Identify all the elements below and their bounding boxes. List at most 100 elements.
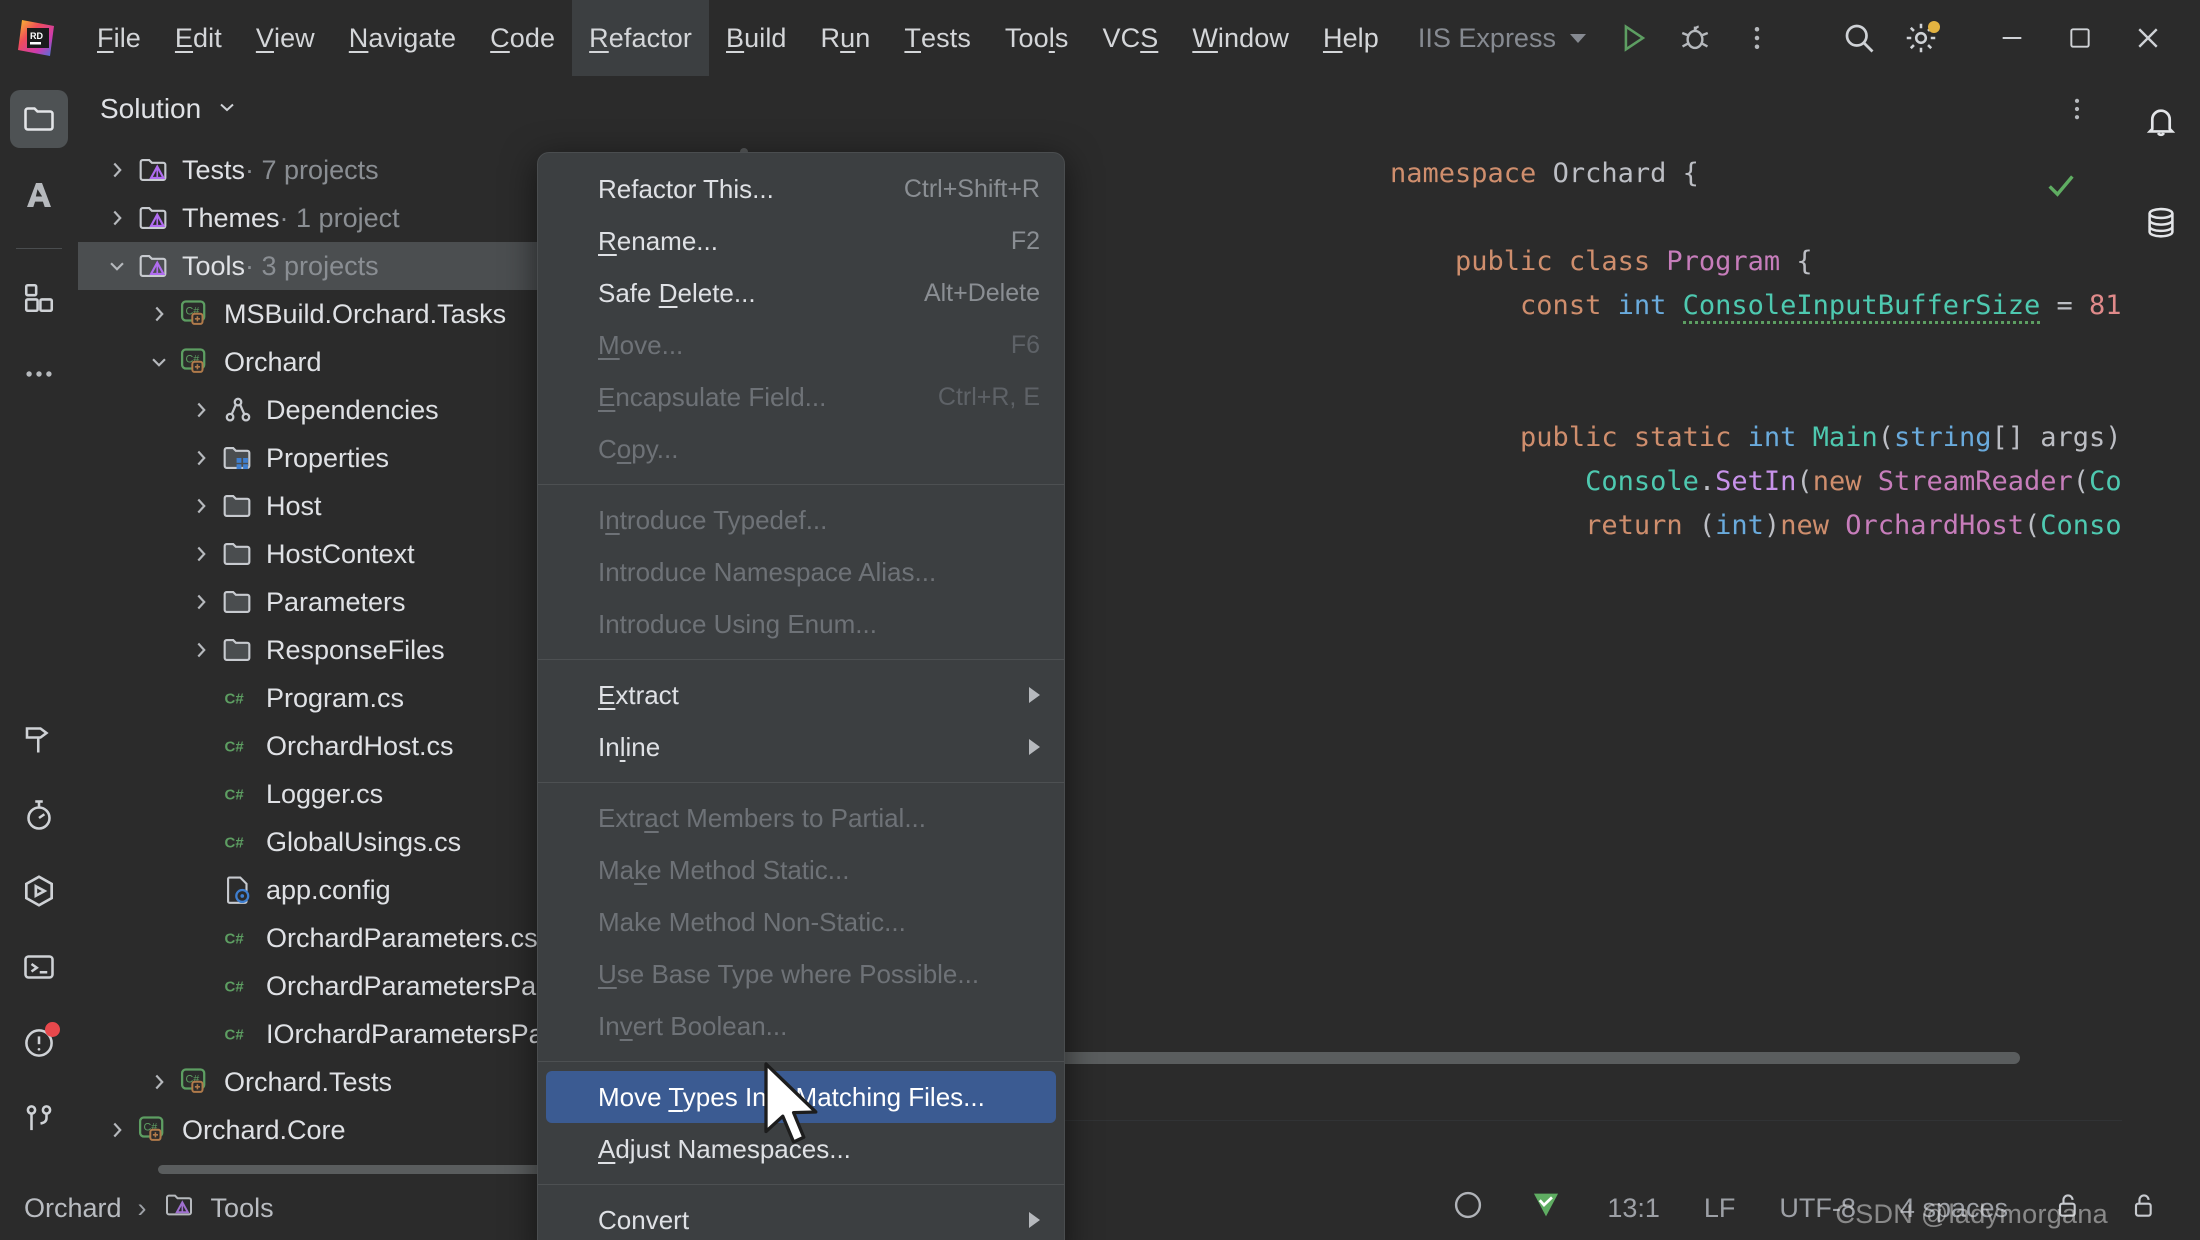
inspection-ok-icon[interactable] [1529, 1188, 1563, 1229]
csharp-file-icon: C# [218, 729, 258, 763]
csharp-project-icon: C# [176, 345, 216, 379]
menu-item-encapsulate-field: Encapsulate Field... Ctrl+R, E [538, 371, 1064, 423]
run-configuration-selector[interactable]: IIS Express [1396, 23, 1592, 54]
menu-build[interactable]: Build [709, 0, 804, 76]
menu-tools[interactable]: Too l s [988, 0, 1086, 76]
menu-run[interactable]: Run [804, 0, 888, 76]
close-icon[interactable] [2114, 0, 2182, 76]
menu-item-move-types-into-matching-files[interactable]: Move Types Into Matching Files... [546, 1071, 1056, 1123]
refactor-dropdown-menu[interactable]: Refactor This... Ctrl+Shift+R Rename... F2 S… [537, 152, 1065, 1240]
chevron-down-icon[interactable] [142, 349, 176, 375]
chevron-right-icon[interactable] [100, 1117, 134, 1143]
status-bar: Orchard › Tools 13:1 LF UTF-8 4 spaces [0, 1176, 2200, 1240]
debug-button[interactable] [1664, 0, 1726, 76]
menu-item-label: Introduce Namespace Alias... [598, 556, 937, 587]
profiler-stopwatch-icon[interactable] [10, 786, 68, 844]
build-hammer-icon[interactable] [10, 710, 68, 768]
chevron-right-icon[interactable] [184, 445, 218, 471]
menu-navigate[interactable]: Navigate [332, 0, 473, 76]
menu-item-label: Copy... [598, 433, 679, 464]
chevron-right-icon[interactable] [142, 1069, 176, 1095]
chevron-right-icon[interactable] [184, 397, 218, 423]
menu-item-label: Adjust Namespaces... [598, 1133, 851, 1164]
terminal-icon[interactable] [10, 938, 68, 996]
circle-progress-icon[interactable] [1451, 1188, 1485, 1229]
menu-item-extract[interactable]: Extract [538, 669, 1064, 721]
csharp-project-icon: C# [176, 297, 216, 331]
caret-position[interactable]: 13:1 [1607, 1193, 1660, 1224]
project-folder-icon[interactable] [9, 90, 68, 148]
menu-item-label: Extract [598, 679, 679, 710]
chevron-right-icon[interactable] [142, 301, 176, 327]
plugins-grid-icon[interactable] [10, 269, 68, 327]
chevron-right-icon[interactable] [100, 157, 134, 183]
menu-item-safe-delete[interactable]: Safe Delete... Alt+Delete [538, 267, 1064, 319]
menu-refactor[interactable]: Refactor [572, 0, 709, 76]
line-separator[interactable]: LF [1704, 1193, 1736, 1224]
status-breadcrumb[interactable]: Orchard › Tools [24, 1189, 274, 1228]
tree-item-label: OrchardParameters.cs [266, 922, 538, 953]
svg-text:C#: C# [225, 979, 245, 996]
tree-item-label: Tests [182, 154, 246, 185]
menu-help[interactable]: Help [1306, 0, 1396, 76]
rider-logo-icon: RD [14, 16, 58, 60]
chevron-right-icon[interactable] [184, 589, 218, 615]
menu-item-shortcut: F6 [1010, 330, 1040, 359]
menu-item-label: Make Method Static... [598, 854, 850, 885]
maximize-icon[interactable] [2046, 0, 2114, 76]
menu-edit[interactable]: Edit [158, 0, 239, 76]
main-menu[interactable]: File Edit View Navigate Code Refactor Bu… [80, 0, 1396, 76]
menu-vcs[interactable]: VC S [1085, 0, 1175, 76]
folder-icon [218, 537, 258, 571]
ai-assistant-icon[interactable] [10, 166, 68, 224]
version-control-branch-icon[interactable] [10, 1090, 68, 1148]
lock-open-icon[interactable] [2052, 1189, 2084, 1228]
status-breadcrumb-folder[interactable]: Tools [211, 1193, 274, 1224]
csharp-file-icon: C# [218, 921, 258, 955]
chevron-right-icon[interactable] [184, 493, 218, 519]
menu-item-make-method-non-static: Make Method Non-Static... [538, 896, 1064, 948]
solution-folder-icon [134, 249, 174, 283]
menu-item-rename[interactable]: Rename... F2 [538, 215, 1064, 267]
more-dots-icon[interactable] [10, 345, 68, 403]
solution-title: Solution [100, 93, 202, 124]
file-encoding[interactable]: UTF-8 [1779, 1193, 1856, 1224]
chevron-right-icon[interactable] [184, 637, 218, 663]
tree-item-subtitle: · 1 project [279, 202, 400, 233]
tree-item-label: HostContext [266, 538, 415, 569]
search-icon[interactable] [1828, 0, 1890, 76]
chevron-right-icon[interactable] [100, 205, 134, 231]
database-icon[interactable] [2132, 194, 2190, 252]
svg-text:C#: C# [225, 739, 245, 756]
menu-file[interactable]: File [80, 0, 158, 76]
menu-item-inline[interactable]: Inline [538, 721, 1064, 773]
problems-warning-icon[interactable] [10, 1014, 68, 1072]
menu-item-adjust-namespaces[interactable]: Adjust Namespaces... [538, 1123, 1064, 1175]
menu-code[interactable]: Code [473, 0, 572, 76]
minimize-icon[interactable] [1978, 0, 2046, 76]
indent-setting[interactable]: 4 spaces [1900, 1193, 2008, 1224]
rail-divider [15, 248, 62, 249]
menu-tests[interactable]: Tests [887, 0, 988, 76]
menu-window[interactable]: Window [1175, 0, 1306, 76]
chevron-right-icon [1029, 1212, 1040, 1228]
chevron-down-icon[interactable] [215, 95, 239, 124]
chevron-down-icon[interactable] [100, 253, 134, 279]
menu-item-refactor-this[interactable]: Refactor This... Ctrl+Shift+R [538, 163, 1064, 215]
chevron-right-icon[interactable] [184, 541, 218, 567]
gear-icon[interactable] [1890, 0, 1952, 76]
menu-separator [538, 659, 1064, 660]
menu-item-shortcut: Ctrl+Shift+R [903, 174, 1040, 203]
folder-icon [218, 489, 258, 523]
lock-open-icon-2[interactable] [2128, 1189, 2160, 1228]
run-hexagon-icon[interactable] [10, 862, 68, 920]
more-vertical-icon[interactable] [1726, 0, 1788, 76]
menu-item-convert[interactable]: Convert [538, 1194, 1064, 1240]
editor-options-icon[interactable] [2052, 84, 2102, 134]
tree-item-label: Logger.cs [266, 778, 384, 809]
menu-view[interactable]: View [239, 0, 332, 76]
tree-item-label: GlobalUsings.cs [266, 826, 462, 857]
notifications-bell-icon[interactable] [2132, 92, 2190, 150]
status-breadcrumb-project[interactable]: Orchard [24, 1193, 122, 1224]
run-button[interactable] [1602, 0, 1664, 76]
